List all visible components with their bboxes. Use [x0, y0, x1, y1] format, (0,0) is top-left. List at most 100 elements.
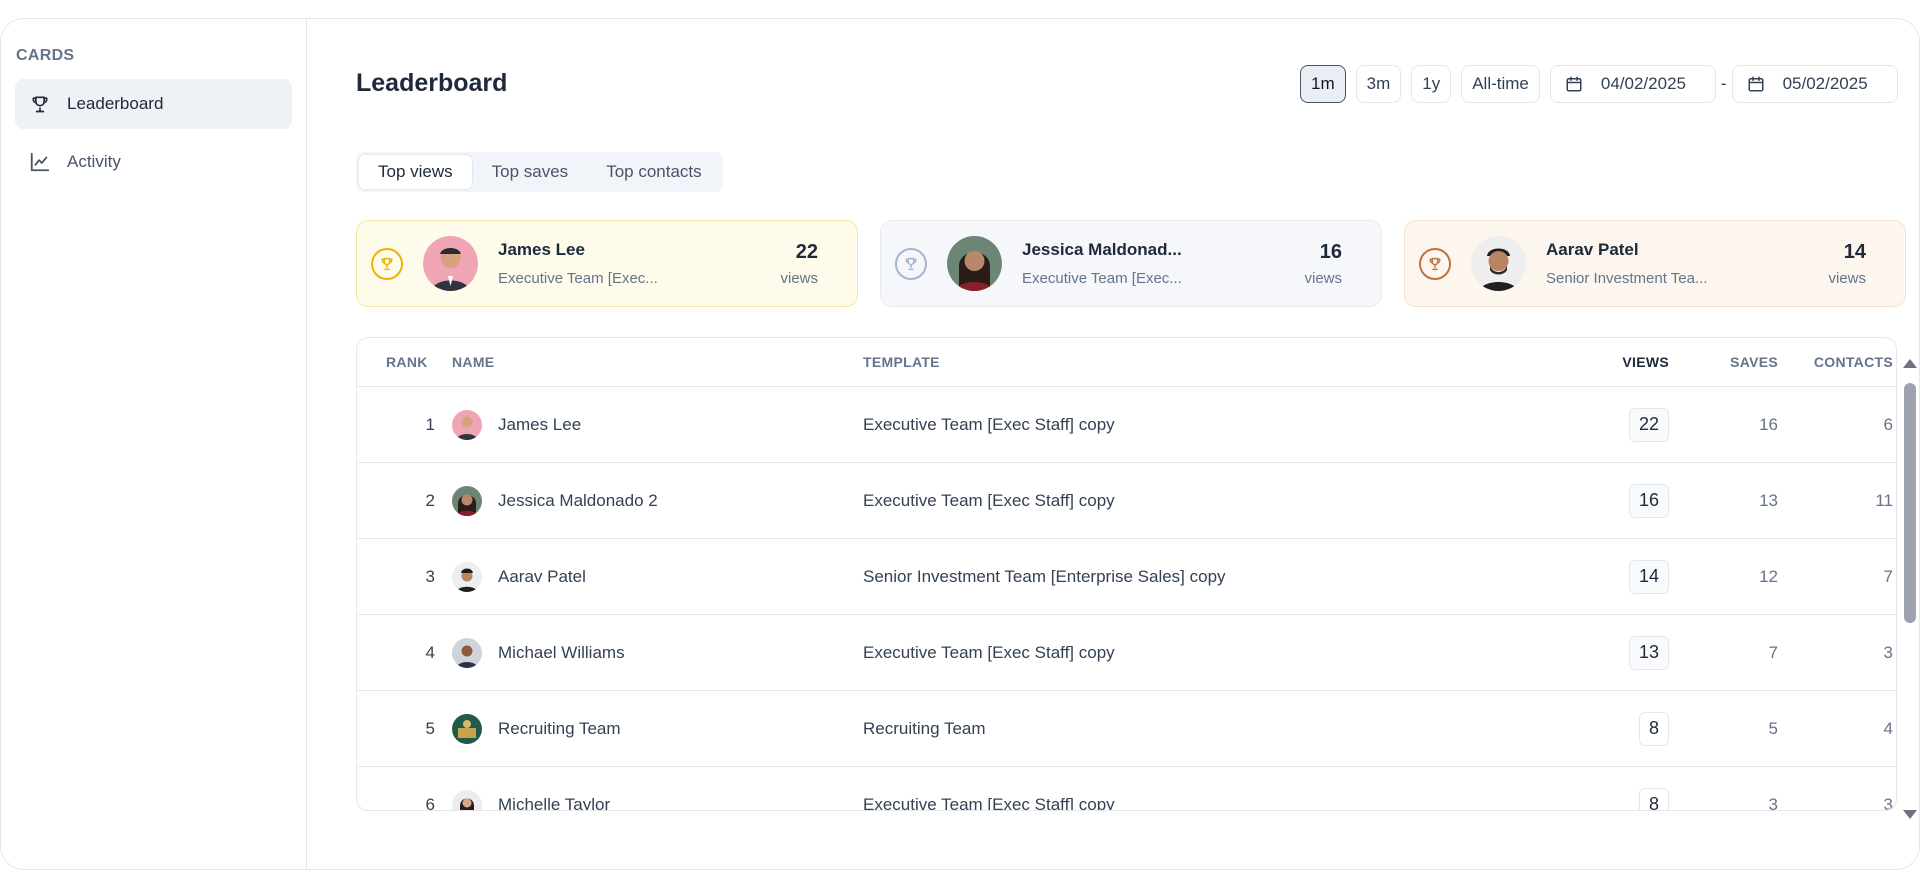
vertical-scrollbar[interactable] — [1903, 359, 1917, 819]
views-badge: 13 — [1628, 635, 1669, 670]
header-name[interactable]: NAME — [452, 354, 863, 370]
top-card-template: Executive Team [Exec... — [498, 270, 658, 287]
top-card-first[interactable]: James Lee Executive Team [Exec... 22 vie… — [356, 220, 858, 307]
scroll-up-arrow-icon[interactable] — [1903, 359, 1917, 368]
avatar — [452, 789, 482, 810]
leaderboard-table: RANK NAME TEMPLATE VIEWS SAVES CONTACTS … — [356, 337, 1897, 811]
app-frame: CARDS Leaderboard Activity Leaderboard 1… — [0, 18, 1920, 870]
tab-top-saves[interactable]: Top saves — [473, 154, 588, 190]
table-row[interactable]: 5 Recruiting Team Recruiting Team 8 5 4 — [357, 691, 1896, 767]
top-card-name: Jessica Maldonad... — [1022, 240, 1182, 259]
row-name: Jessica Maldonado 2 — [498, 490, 658, 510]
sidebar: CARDS Leaderboard Activity — [1, 19, 307, 869]
row-rank: 2 — [425, 490, 435, 510]
row-name: Recruiting Team — [498, 718, 621, 738]
header-template[interactable]: TEMPLATE — [863, 354, 1485, 370]
top-card-second[interactable]: Jessica Maldonad... Executive Team [Exec… — [880, 220, 1382, 307]
row-rank: 1 — [425, 414, 435, 434]
row-contacts: 3 — [1883, 794, 1893, 811]
table-row[interactable]: 2 Jessica Maldonado 2 Executive Team [Ex… — [357, 463, 1896, 539]
views-badge: 8 — [1638, 711, 1669, 746]
top-card-template: Executive Team [Exec... — [1022, 270, 1182, 287]
gold-medal-icon — [371, 247, 403, 280]
bronze-medal-icon — [1419, 247, 1451, 280]
date-range-controls: 1m 3m 1y All-time 04/02/2025 - 05/02/202… — [1300, 65, 1898, 103]
avatar — [1471, 236, 1526, 291]
views-badge: 16 — [1628, 483, 1669, 518]
range-1m-button[interactable]: 1m — [1300, 65, 1346, 103]
sidebar-item-label: Activity — [67, 152, 121, 171]
avatar — [947, 236, 1002, 291]
avatar — [423, 236, 478, 291]
views-badge: 22 — [1628, 407, 1669, 442]
row-contacts: 3 — [1883, 642, 1893, 662]
trophy-icon — [29, 93, 51, 115]
line-chart-icon — [29, 151, 51, 173]
avatar — [452, 409, 482, 440]
date-separator: - — [1720, 74, 1727, 93]
range-3m-button[interactable]: 3m — [1355, 65, 1402, 103]
sidebar-title: CARDS — [16, 47, 75, 64]
main-content: Leaderboard 1m 3m 1y All-time 04/02/2025… — [307, 19, 1919, 869]
sidebar-item-leaderboard[interactable]: Leaderboard — [15, 79, 292, 129]
date-to-value: 05/02/2025 — [1782, 74, 1868, 93]
row-name: Michelle Taylor — [498, 794, 611, 811]
top-card-value: 22 — [795, 240, 818, 263]
top-performers: James Lee Executive Team [Exec... 22 vie… — [356, 220, 1906, 307]
row-rank: 5 — [425, 718, 435, 738]
row-rank: 4 — [425, 642, 435, 662]
table-row[interactable]: 4 Michael Williams Executive Team [Exec … — [357, 615, 1896, 691]
avatar — [452, 561, 482, 592]
row-contacts: 4 — [1883, 718, 1893, 738]
top-card-template: Senior Investment Tea... — [1546, 270, 1708, 287]
row-template: Executive Team [Exec Staff] copy — [863, 642, 1115, 662]
table-row[interactable]: 1 James Lee Executive Team [Exec Staff] … — [357, 387, 1896, 463]
table-header: RANK NAME TEMPLATE VIEWS SAVES CONTACTS — [357, 338, 1896, 387]
range-1y-button[interactable]: 1y — [1411, 65, 1452, 103]
sidebar-item-activity[interactable]: Activity — [15, 137, 292, 187]
header-rank[interactable]: RANK — [357, 354, 452, 370]
top-card-unit: views — [1828, 269, 1866, 287]
row-rank: 6 — [425, 794, 435, 811]
header-views[interactable]: VIEWS — [1485, 354, 1669, 370]
row-template: Executive Team [Exec Staff] copy — [863, 490, 1115, 510]
avatar — [452, 713, 482, 744]
table-row[interactable]: 3 Aarav Patel Senior Investment Team [En… — [357, 539, 1896, 615]
row-template: Recruiting Team — [863, 718, 986, 738]
top-card-name: Aarav Patel — [1546, 240, 1639, 259]
row-name: Aarav Patel — [498, 566, 586, 586]
silver-medal-icon — [895, 247, 927, 280]
calendar-icon — [1747, 75, 1765, 93]
top-card-third[interactable]: Aarav Patel Senior Investment Tea... 14 … — [1404, 220, 1906, 307]
range-all-time-button[interactable]: All-time — [1461, 65, 1540, 103]
top-card-value: 14 — [1843, 240, 1866, 263]
row-name: James Lee — [498, 414, 582, 434]
row-contacts: 6 — [1883, 414, 1893, 434]
top-card-unit: views — [1304, 269, 1342, 287]
row-template: Senior Investment Team [Enterprise Sales… — [863, 566, 1226, 586]
row-saves: 16 — [1759, 414, 1778, 434]
row-contacts: 11 — [1875, 490, 1893, 510]
row-contacts: 7 — [1883, 566, 1893, 586]
date-from-field[interactable]: 04/02/2025 — [1549, 65, 1716, 103]
row-saves: 7 — [1768, 642, 1778, 662]
scroll-thumb[interactable] — [1904, 383, 1916, 623]
table-row[interactable]: 6 Michelle Taylor Executive Team [Exec S… — [357, 767, 1896, 811]
avatar — [452, 485, 482, 516]
row-rank: 3 — [425, 566, 435, 586]
row-template: Executive Team [Exec Staff] copy — [863, 414, 1115, 434]
row-template: Executive Team [Exec Staff] copy — [863, 794, 1115, 811]
header-contacts[interactable]: CONTACTS — [1778, 354, 1893, 370]
scroll-down-arrow-icon[interactable] — [1903, 810, 1917, 819]
row-name: Michael Williams — [498, 642, 625, 662]
views-badge: 14 — [1628, 559, 1669, 594]
row-saves: 12 — [1759, 566, 1778, 586]
date-to-field[interactable]: 05/02/2025 — [1731, 65, 1898, 103]
tab-top-views[interactable]: Top views — [358, 154, 473, 190]
top-card-unit: views — [780, 269, 818, 287]
top-card-name: James Lee — [498, 240, 585, 259]
tab-top-contacts[interactable]: Top contacts — [587, 154, 720, 190]
metric-tabs: Top views Top saves Top contacts — [356, 152, 723, 192]
header-saves[interactable]: SAVES — [1669, 354, 1778, 370]
sidebar-item-label: Leaderboard — [67, 94, 164, 113]
